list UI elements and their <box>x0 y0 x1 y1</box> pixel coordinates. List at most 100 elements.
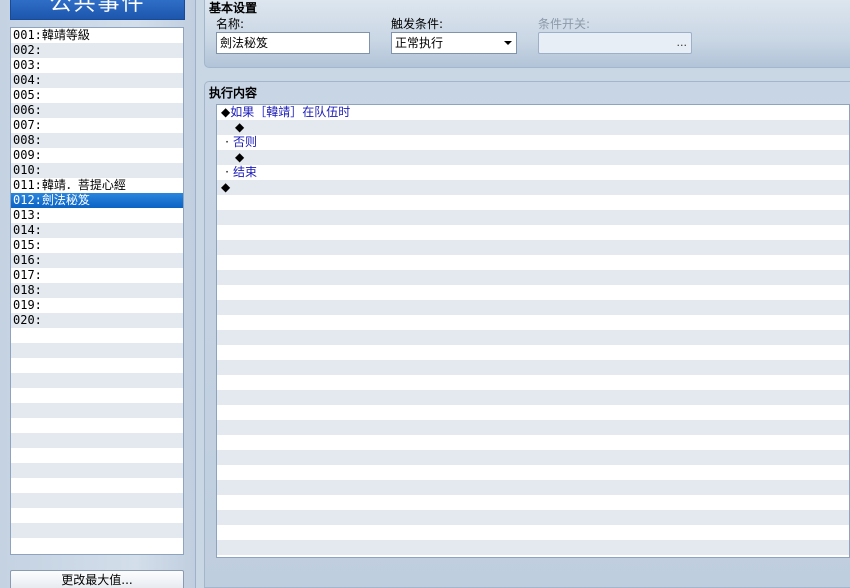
list-item-number: 005: <box>13 88 42 102</box>
list-item <box>11 403 183 418</box>
name-label: 名称: <box>216 17 245 31</box>
command-row[interactable]: · 结束 <box>217 165 849 180</box>
list-item[interactable]: 001:韓靖等級 <box>11 28 183 43</box>
command-row <box>217 225 849 240</box>
command-row <box>217 480 849 495</box>
command-row <box>217 300 849 315</box>
command-row <box>217 510 849 525</box>
command-row <box>217 390 849 405</box>
switch-label: 条件开关: <box>538 17 591 31</box>
bullet-icon: · <box>225 165 229 179</box>
diamond-icon: ◆ <box>235 120 245 134</box>
exec-command-list[interactable]: ◆如果［韓靖］在队伍时 ◆ · 否则 ◆ · 结束 ◆ <box>216 104 850 558</box>
list-item-number: 012: <box>13 193 42 207</box>
list-item-number: 009: <box>13 148 42 162</box>
command-row[interactable]: ◆如果［韓靖］在队伍时 <box>217 105 849 120</box>
list-item-number: 013: <box>13 208 42 222</box>
name-input[interactable]: 劍法秘笈 <box>216 32 370 54</box>
list-item <box>11 433 183 448</box>
list-item-number: 015: <box>13 238 42 252</box>
command-row[interactable]: ◆ <box>217 150 849 165</box>
command-row[interactable]: ◆ <box>217 120 849 135</box>
trigger-label: 触发条件: <box>391 17 444 31</box>
command-text: 如果［韓靖］在队伍时 <box>230 105 351 119</box>
command-row[interactable]: ◆ <box>217 180 849 195</box>
list-item <box>11 523 183 538</box>
event-list[interactable]: 001:韓靖等級 002: 003: 004: 005: 006: 007: 008: 009:… <box>10 27 184 555</box>
list-item-number: 018: <box>13 283 42 297</box>
list-item[interactable]: 017: <box>11 268 183 283</box>
list-item-label: 劍法秘笈 <box>41 193 90 207</box>
list-item <box>11 508 183 523</box>
list-item[interactable]: 014: <box>11 223 183 238</box>
command-row <box>217 210 849 225</box>
command-row <box>217 420 849 435</box>
list-item <box>11 388 183 403</box>
command-row <box>217 525 849 540</box>
list-item-number: 016: <box>13 253 42 267</box>
list-item <box>11 328 183 343</box>
list-item[interactable]: 004: <box>11 73 183 88</box>
list-item[interactable]: 006: <box>11 103 183 118</box>
list-item-number: 002: <box>13 43 42 57</box>
diamond-icon: ◆ <box>221 180 231 194</box>
list-item-number: 010: <box>13 163 42 177</box>
list-item <box>11 358 183 373</box>
command-row <box>217 555 849 557</box>
command-row <box>217 450 849 465</box>
list-item[interactable]: 007: <box>11 118 183 133</box>
list-item <box>11 418 183 433</box>
command-text: 结束 <box>233 165 258 179</box>
command-row <box>217 360 849 375</box>
command-row <box>217 270 849 285</box>
list-item[interactable]: 009: <box>11 148 183 163</box>
list-item[interactable]: 003: <box>11 58 183 73</box>
list-item[interactable]: 015: <box>11 238 183 253</box>
list-item <box>11 448 183 463</box>
command-row <box>217 240 849 255</box>
command-row <box>217 285 849 300</box>
basic-settings-title: 基本设置 <box>209 1 258 15</box>
list-item-number: 001: <box>13 28 42 42</box>
command-row <box>217 540 849 555</box>
list-item <box>11 538 183 553</box>
list-item-label: 韓靖．菩提心經 <box>41 178 126 192</box>
command-row <box>217 195 849 210</box>
bullet-icon: · <box>225 135 229 149</box>
list-item-number: 011: <box>13 178 42 192</box>
command-row <box>217 435 849 450</box>
list-item[interactable]: 011:韓靖．菩提心經 <box>11 178 183 193</box>
list-item[interactable]: 016: <box>11 253 183 268</box>
list-item-number: 003: <box>13 58 42 72</box>
list-item[interactable]: 020: <box>11 313 183 328</box>
list-item[interactable]: 019: <box>11 298 183 313</box>
list-item-number: 014: <box>13 223 42 237</box>
list-item-label: 韓靖等級 <box>41 28 90 42</box>
list-item <box>11 463 183 478</box>
command-row <box>217 405 849 420</box>
list-item[interactable]: 008: <box>11 133 183 148</box>
list-item[interactable]: 013: <box>11 208 183 223</box>
left-panel: 公共事件 001:韓靖等級 002: 003: 004: 005: 006: 007: 008… <box>0 0 196 588</box>
list-item[interactable]: 010: <box>11 163 183 178</box>
chevron-down-icon <box>504 41 512 45</box>
command-row <box>217 345 849 360</box>
change-max-button[interactable]: 更改最大值... <box>10 570 184 588</box>
list-item-number: 020: <box>13 313 42 327</box>
list-item[interactable]: 012:劍法秘笈 <box>11 193 183 208</box>
list-item-number: 004: <box>13 73 42 87</box>
ellipsis-button: ... <box>676 36 688 49</box>
command-row <box>217 495 849 510</box>
list-item <box>11 478 183 493</box>
command-row <box>217 315 849 330</box>
trigger-select-value: 正常执行 <box>395 36 444 50</box>
list-item[interactable]: 005: <box>11 88 183 103</box>
command-row <box>217 330 849 345</box>
list-item-number: 006: <box>13 103 42 117</box>
command-text: 否则 <box>233 135 258 149</box>
list-item[interactable]: 002: <box>11 43 183 58</box>
trigger-select[interactable]: 正常执行 <box>391 32 517 54</box>
command-row <box>217 465 849 480</box>
list-item[interactable]: 018: <box>11 283 183 298</box>
command-row[interactable]: · 否则 <box>217 135 849 150</box>
